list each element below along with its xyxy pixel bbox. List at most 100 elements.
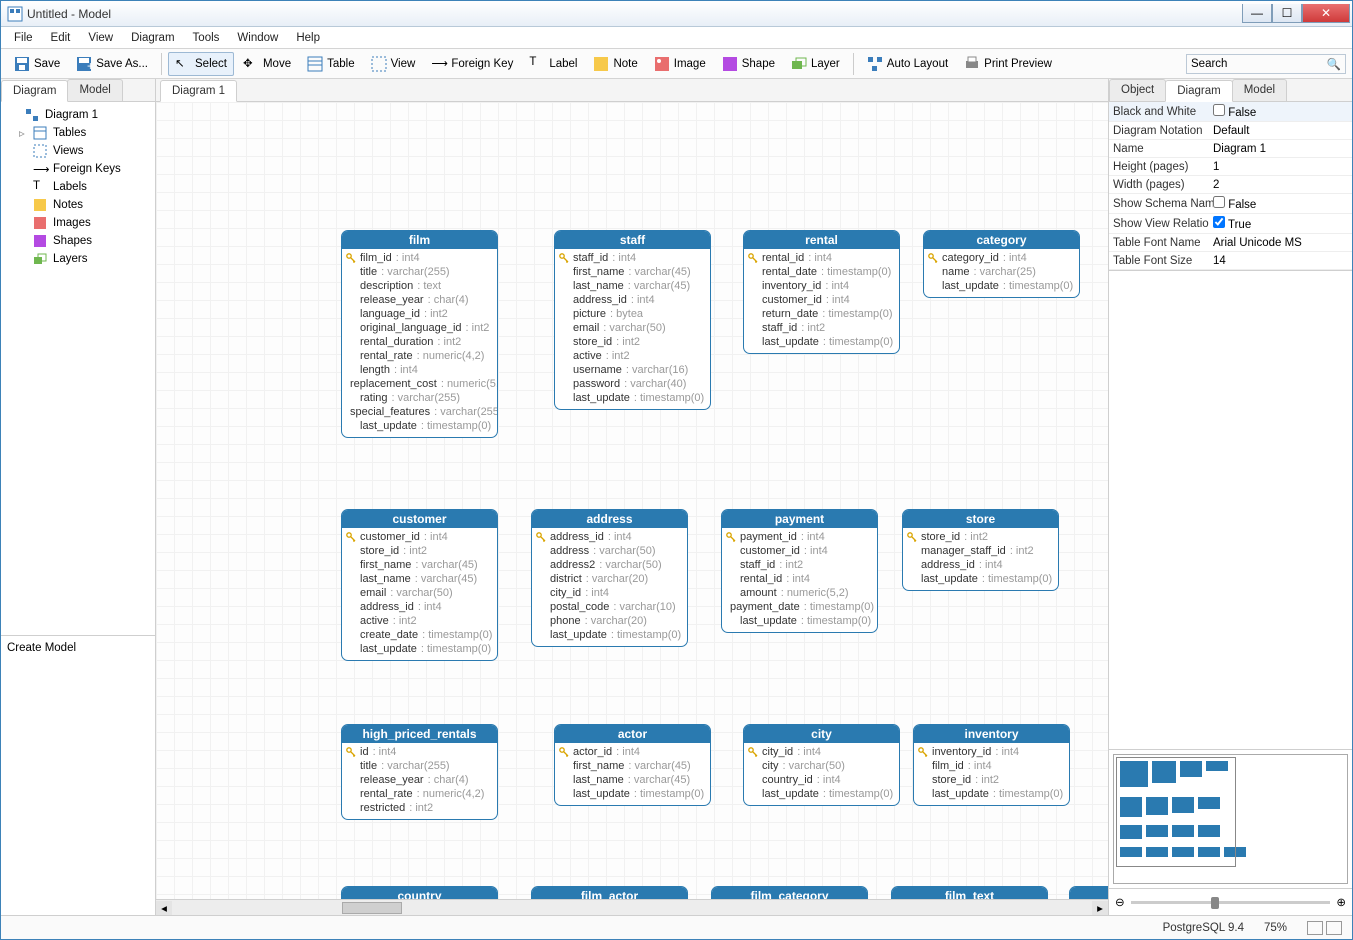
column-payment_date[interactable]: payment_date: timestamp(0)	[726, 600, 873, 614]
entity-customer[interactable]: customercustomer_id: int4store_id: int2f…	[341, 509, 498, 661]
column-staff_id[interactable]: staff_id: int2	[726, 558, 873, 572]
prop-show-view-relatio[interactable]: Show View Relatio True	[1109, 214, 1352, 234]
prop-checkbox[interactable]	[1213, 216, 1225, 228]
move-tool[interactable]: ✥Move	[236, 52, 298, 76]
status-icon-1[interactable]	[1307, 921, 1323, 935]
prop-name[interactable]: NameDiagram 1	[1109, 140, 1352, 158]
column-picture[interactable]: picture: bytea	[559, 307, 706, 321]
entity-store[interactable]: storestore_id: int2manager_staff_id: int…	[902, 509, 1059, 591]
tree-item-notes[interactable]: Notes	[3, 196, 153, 214]
column-store_id[interactable]: store_id: int2	[907, 530, 1054, 544]
horizontal-scrollbar[interactable]: ◂ ▸	[156, 899, 1108, 915]
tree-item-views[interactable]: Views	[3, 142, 153, 160]
column-store_id[interactable]: store_id: int2	[918, 773, 1065, 787]
zoom-out-button[interactable]: ⊖	[1115, 895, 1125, 909]
tree-item-foreign-keys[interactable]: ⟶Foreign Keys	[3, 160, 153, 178]
minimap[interactable]	[1109, 749, 1352, 888]
prop-black-and-white[interactable]: Black and White False	[1109, 102, 1352, 122]
column-inventory_id[interactable]: inventory_id: int4	[918, 745, 1065, 759]
entity-category[interactable]: categorycategory_id: int4name: varchar(2…	[923, 230, 1080, 298]
maximize-button[interactable]: ☐	[1272, 4, 1302, 23]
menu-help[interactable]: Help	[289, 30, 327, 46]
column-last_update[interactable]: last_update: timestamp(0)	[928, 279, 1075, 293]
column-username[interactable]: username: varchar(16)	[559, 363, 706, 377]
column-country_id[interactable]: country_id: int4	[748, 773, 895, 787]
column-last_update[interactable]: last_update: timestamp(0)	[346, 419, 493, 433]
prop-checkbox[interactable]	[1213, 104, 1225, 116]
column-last_name[interactable]: last_name: varchar(45)	[559, 773, 706, 787]
column-customer_id[interactable]: customer_id: int4	[346, 530, 493, 544]
column-create_date[interactable]: create_date: timestamp(0)	[346, 628, 493, 642]
column-email[interactable]: email: varchar(50)	[346, 586, 493, 600]
entity-staff[interactable]: staffstaff_id: int4first_name: varchar(4…	[554, 230, 711, 410]
prop-table-font-size[interactable]: Table Font Size14	[1109, 252, 1352, 270]
column-original_language_id[interactable]: original_language_id: int2	[346, 321, 493, 335]
minimap-viewport[interactable]	[1116, 757, 1236, 867]
column-address_id[interactable]: address_id: int4	[907, 558, 1054, 572]
column-last_update[interactable]: last_update: timestamp(0)	[918, 787, 1065, 801]
column-staff_id[interactable]: staff_id: int4	[559, 251, 706, 265]
column-id[interactable]: id: int4	[346, 745, 493, 759]
image-tool[interactable]: Image	[647, 52, 713, 76]
entity-city[interactable]: citycity_id: int4city: varchar(50)countr…	[743, 724, 900, 806]
menu-file[interactable]: File	[7, 30, 40, 46]
column-customer_id[interactable]: customer_id: int4	[748, 293, 895, 307]
column-description[interactable]: description: text	[346, 279, 493, 293]
tab-model-right[interactable]: Model	[1232, 79, 1287, 101]
column-special_features[interactable]: special_features: varchar(255)	[346, 405, 493, 419]
column-last_update[interactable]: last_update: timestamp(0)	[907, 572, 1054, 586]
column-address2[interactable]: address2: varchar(50)	[536, 558, 683, 572]
column-phone[interactable]: phone: varchar(20)	[536, 614, 683, 628]
entity-payment[interactable]: paymentpayment_id: int4customer_id: int4…	[721, 509, 878, 633]
foreign-key-tool[interactable]: ⟶Foreign Key	[424, 52, 520, 76]
column-city[interactable]: city: varchar(50)	[748, 759, 895, 773]
entity-actor[interactable]: actoractor_id: int4first_name: varchar(4…	[554, 724, 711, 806]
prop-diagram-notation[interactable]: Diagram NotationDefault	[1109, 122, 1352, 140]
entity-film_category[interactable]: film_categoryfilm_id: int4category_id: i…	[711, 886, 868, 899]
zoom-in-button[interactable]: ⊕	[1336, 895, 1346, 909]
entity-language[interactable]: languagelanguage_id: int2name: char(20)l…	[1069, 886, 1108, 899]
tab-object-right[interactable]: Object	[1109, 79, 1166, 101]
label-tool[interactable]: TLabel	[522, 52, 584, 76]
note-tool[interactable]: Note	[586, 52, 644, 76]
column-last_update[interactable]: last_update: timestamp(0)	[748, 787, 895, 801]
column-address_id[interactable]: address_id: int4	[536, 530, 683, 544]
status-icon-2[interactable]	[1326, 921, 1342, 935]
column-release_year[interactable]: release_year: char(4)	[346, 773, 493, 787]
column-category_id[interactable]: category_id: int4	[928, 251, 1075, 265]
close-button[interactable]: ✕	[1302, 4, 1350, 23]
column-language_id[interactable]: language_id: int2	[346, 307, 493, 321]
column-customer_id[interactable]: customer_id: int4	[726, 544, 873, 558]
column-staff_id[interactable]: staff_id: int2	[748, 321, 895, 335]
search-input[interactable]: Search🔍	[1186, 54, 1346, 74]
view-tool[interactable]: View	[364, 52, 423, 76]
column-city_id[interactable]: city_id: int4	[536, 586, 683, 600]
minimize-button[interactable]: —	[1242, 4, 1272, 23]
menu-edit[interactable]: Edit	[44, 30, 78, 46]
prop-checkbox[interactable]	[1213, 196, 1225, 208]
tree-item-layers[interactable]: Layers	[3, 250, 153, 268]
column-manager_staff_id[interactable]: manager_staff_id: int2	[907, 544, 1054, 558]
column-release_year[interactable]: release_year: char(4)	[346, 293, 493, 307]
tab-diagram-left[interactable]: Diagram	[1, 80, 68, 102]
entity-film_text[interactable]: film_textfilm_id: int4title: varchar(255…	[891, 886, 1048, 899]
column-rental_rate[interactable]: rental_rate: numeric(4,2)	[346, 787, 493, 801]
tree-item-diagram-1[interactable]: Diagram 1	[3, 106, 153, 124]
layer-tool[interactable]: Layer	[784, 52, 847, 76]
print-preview-button[interactable]: Print Preview	[957, 52, 1059, 76]
column-rental_id[interactable]: rental_id: int4	[748, 251, 895, 265]
column-return_date[interactable]: return_date: timestamp(0)	[748, 307, 895, 321]
menu-window[interactable]: Window	[230, 30, 285, 46]
column-email[interactable]: email: varchar(50)	[559, 321, 706, 335]
column-length[interactable]: length: int4	[346, 363, 493, 377]
prop-table-font-name[interactable]: Table Font NameArial Unicode MS	[1109, 234, 1352, 252]
menu-diagram[interactable]: Diagram	[124, 30, 181, 46]
column-address[interactable]: address: varchar(50)	[536, 544, 683, 558]
zoom-slider[interactable]	[1131, 901, 1331, 904]
column-store_id[interactable]: store_id: int2	[559, 335, 706, 349]
column-first_name[interactable]: first_name: varchar(45)	[559, 759, 706, 773]
column-restricted[interactable]: restricted: int2	[346, 801, 493, 815]
column-last_update[interactable]: last_update: timestamp(0)	[346, 642, 493, 656]
column-film_id[interactable]: film_id: int4	[918, 759, 1065, 773]
column-last_update[interactable]: last_update: timestamp(0)	[559, 787, 706, 801]
